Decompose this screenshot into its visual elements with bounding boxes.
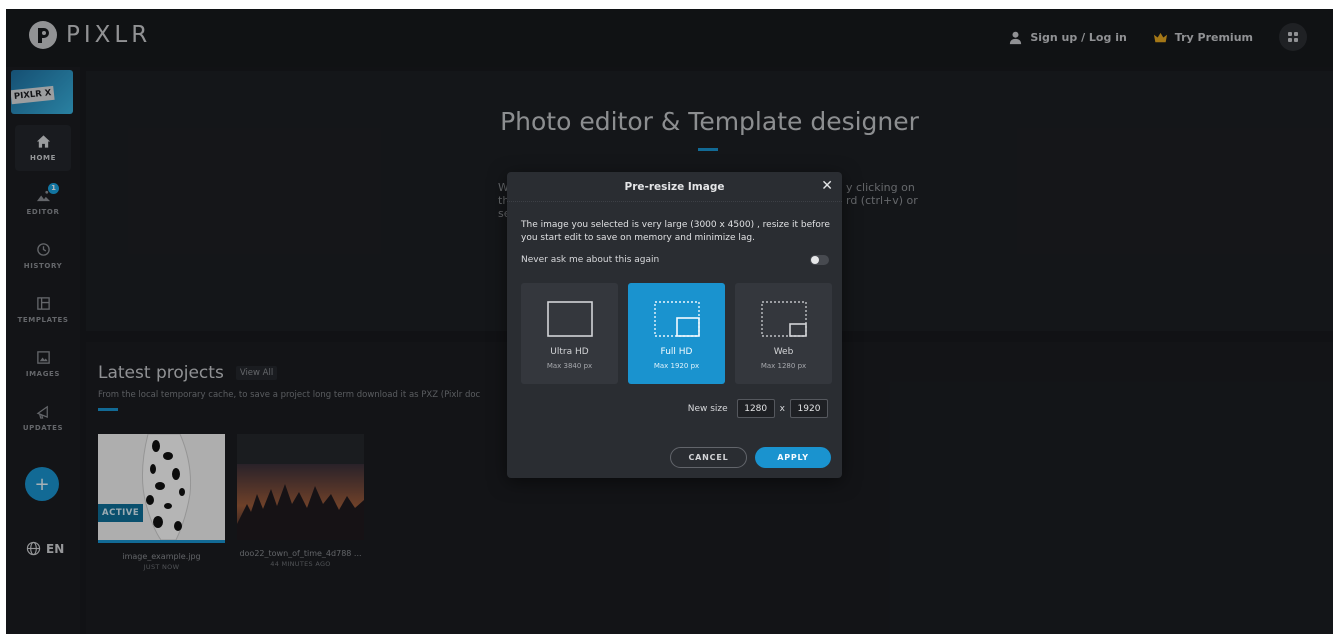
option-name: Ultra HD xyxy=(550,347,589,357)
never-ask-toggle[interactable] xyxy=(810,255,829,265)
option-name: Web xyxy=(773,347,794,357)
apply-button[interactable]: APPLY xyxy=(755,447,831,468)
option-web[interactable]: Web Max 1280 px xyxy=(735,283,832,384)
size-separator: x xyxy=(779,403,785,414)
dialog-header: Pre-resize Image ✕ xyxy=(507,172,842,202)
size-options: Ultra HD Max 3840 px Full HD Max 1920 px… xyxy=(521,283,832,384)
dialog-title: Pre-resize Image xyxy=(624,181,725,193)
full-hd-icon xyxy=(653,301,700,337)
close-icon[interactable]: ✕ xyxy=(821,178,833,194)
option-ultra-hd[interactable]: Ultra HD Max 3840 px xyxy=(521,283,618,384)
option-max: Max 1920 px xyxy=(653,362,700,370)
never-ask-label: Never ask me about this again xyxy=(521,255,660,265)
new-size-label: New size xyxy=(687,403,728,414)
option-max: Max 1280 px xyxy=(760,362,807,370)
pixlr-app: PIXLR Sign up / Log in Try Premium PIXLR… xyxy=(6,9,1333,634)
dialog-message: The image you selected is very large (30… xyxy=(521,220,830,243)
option-max: Max 3840 px xyxy=(546,362,593,370)
width-input[interactable] xyxy=(736,399,775,418)
option-name: Full HD xyxy=(660,347,693,357)
option-full-hd[interactable]: Full HD Max 1920 px xyxy=(628,283,725,384)
height-input[interactable] xyxy=(790,399,828,418)
new-size-row: New size x xyxy=(688,399,828,418)
never-ask-row: Never ask me about this again xyxy=(521,255,829,265)
pre-resize-dialog: Pre-resize Image ✕ The image you selecte… xyxy=(507,172,842,478)
ultra-hd-icon xyxy=(546,301,593,337)
web-icon xyxy=(760,301,807,337)
cancel-button[interactable]: CANCEL xyxy=(670,447,747,468)
